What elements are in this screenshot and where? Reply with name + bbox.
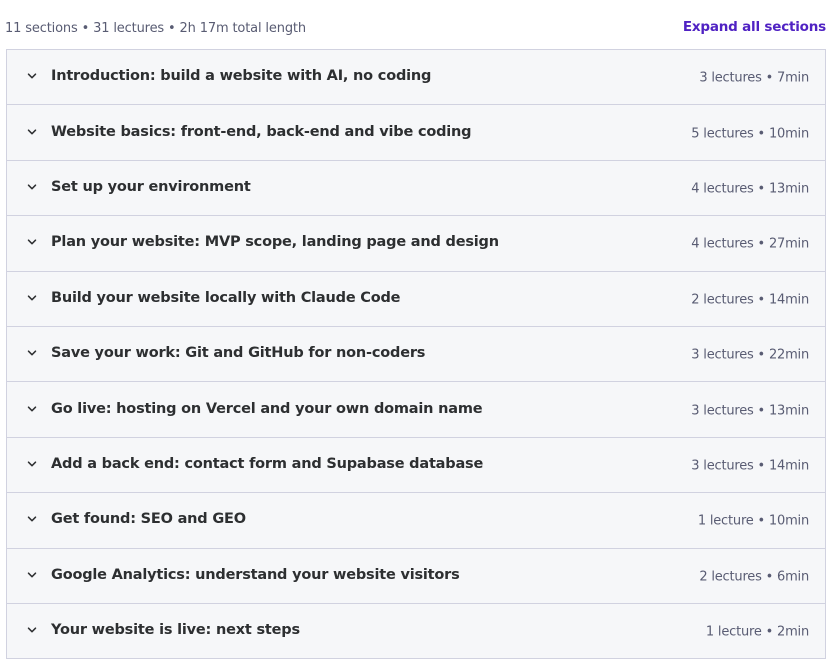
section-title: Add a back end: contact form and Supabas… [51, 456, 484, 473]
section-panel[interactable]: Google Analytics: understand your websit… [7, 548, 825, 604]
section-panel[interactable]: Go live: hosting on Vercel and your own … [7, 382, 825, 438]
section-panel[interactable]: Get found: SEO and GEO 1 lecture • 10min [7, 493, 825, 549]
section-panel[interactable]: Your website is live: next steps 1 lectu… [7, 603, 825, 660]
chevron-down-icon [27, 570, 37, 580]
section-panel[interactable]: Build your website locally with Claude C… [7, 271, 825, 327]
chevron-down-icon [27, 237, 37, 247]
section-title: Get found: SEO and GEO [51, 511, 246, 528]
section-meta: 3 lectures • 13min [691, 402, 809, 418]
section-title: Save your work: Git and GitHub for non-c… [51, 345, 426, 362]
section-list: Introduction: build a website with AI, n… [6, 49, 826, 660]
section-panel[interactable]: Set up your environment 4 lectures • 13m… [7, 160, 825, 217]
section-meta: 2 lectures • 6min [699, 568, 809, 584]
section-meta: 1 lecture • 2min [705, 624, 809, 640]
section-meta: 3 lectures • 7min [699, 70, 809, 86]
section-meta: 1 lecture • 10min [697, 513, 809, 529]
section-meta: 5 lectures • 10min [691, 125, 809, 141]
section-panel[interactable]: Save your work: Git and GitHub for non-c… [7, 326, 825, 383]
course-summary: 11 sections • 31 lectures • 2h 17m total… [5, 21, 306, 36]
section-meta: 4 lectures • 13min [691, 181, 809, 197]
section-meta: 3 lectures • 22min [691, 347, 809, 363]
chevron-down-icon [27, 71, 37, 81]
section-meta: 4 lectures • 27min [691, 236, 809, 252]
chevron-down-icon [27, 625, 37, 635]
chevron-down-icon [27, 514, 37, 524]
chevron-down-icon [27, 459, 37, 469]
section-title: Your website is live: next steps [51, 622, 300, 639]
section-title: Google Analytics: understand your websit… [51, 566, 460, 583]
section-title: Go live: hosting on Vercel and your own … [51, 400, 483, 417]
expand-all-sections-button[interactable]: Expand all sections [683, 19, 826, 35]
section-title: Website basics: front-end, back-end and … [51, 123, 472, 140]
section-panel[interactable]: Introduction: build a website with AI, n… [7, 50, 825, 106]
chevron-down-icon [27, 127, 37, 137]
chevron-down-icon [27, 404, 37, 414]
section-panel[interactable]: Add a back end: contact form and Supabas… [7, 437, 825, 494]
section-meta: 3 lectures • 14min [691, 458, 809, 474]
section-title: Build your website locally with Claude C… [51, 289, 401, 306]
chevron-down-icon [27, 182, 37, 192]
section-title: Plan your website: MVP scope, landing pa… [51, 234, 499, 251]
section-title: Set up your environment [51, 179, 251, 196]
curriculum-header: 11 sections • 31 lectures • 2h 17m total… [0, 0, 836, 50]
section-meta: 2 lectures • 14min [691, 292, 809, 307]
chevron-down-icon [27, 293, 37, 303]
chevron-down-icon [27, 348, 37, 358]
section-panel[interactable]: Website basics: front-end, back-end and … [7, 105, 825, 161]
section-title: Introduction: build a website with AI, n… [51, 68, 432, 85]
section-panel[interactable]: Plan your website: MVP scope, landing pa… [7, 216, 825, 272]
